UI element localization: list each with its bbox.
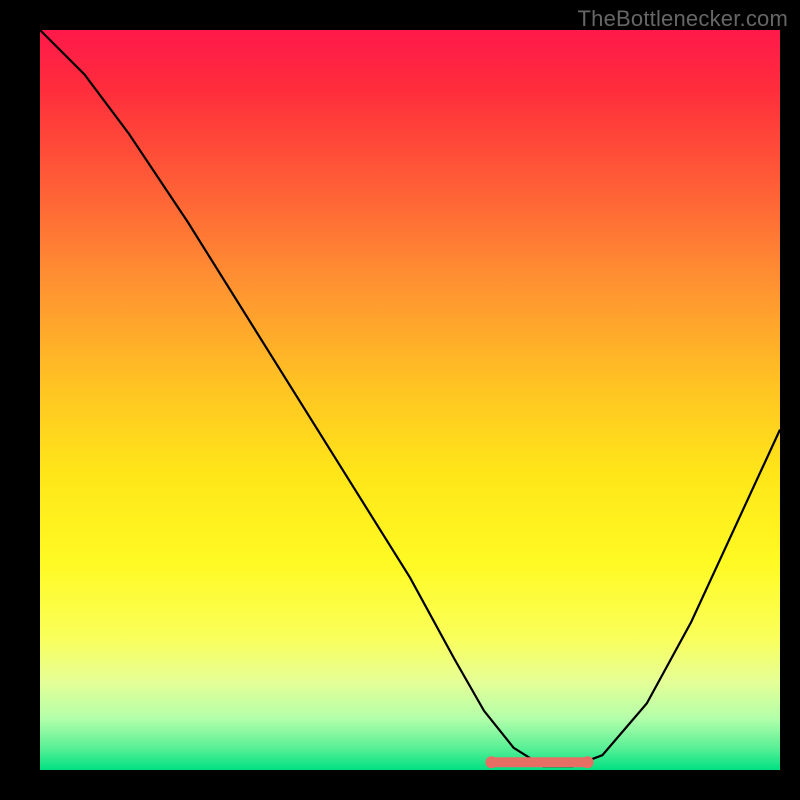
chart-container: TheBottlenecker.com [0, 0, 800, 800]
plot-area [40, 30, 780, 770]
watermark-text: TheBottlenecker.com [578, 6, 788, 32]
curve-layer [40, 30, 780, 770]
optimal-range-start-dot [485, 756, 497, 768]
optimal-range-end-dot [582, 756, 594, 768]
bottleneck-curve [40, 30, 780, 766]
